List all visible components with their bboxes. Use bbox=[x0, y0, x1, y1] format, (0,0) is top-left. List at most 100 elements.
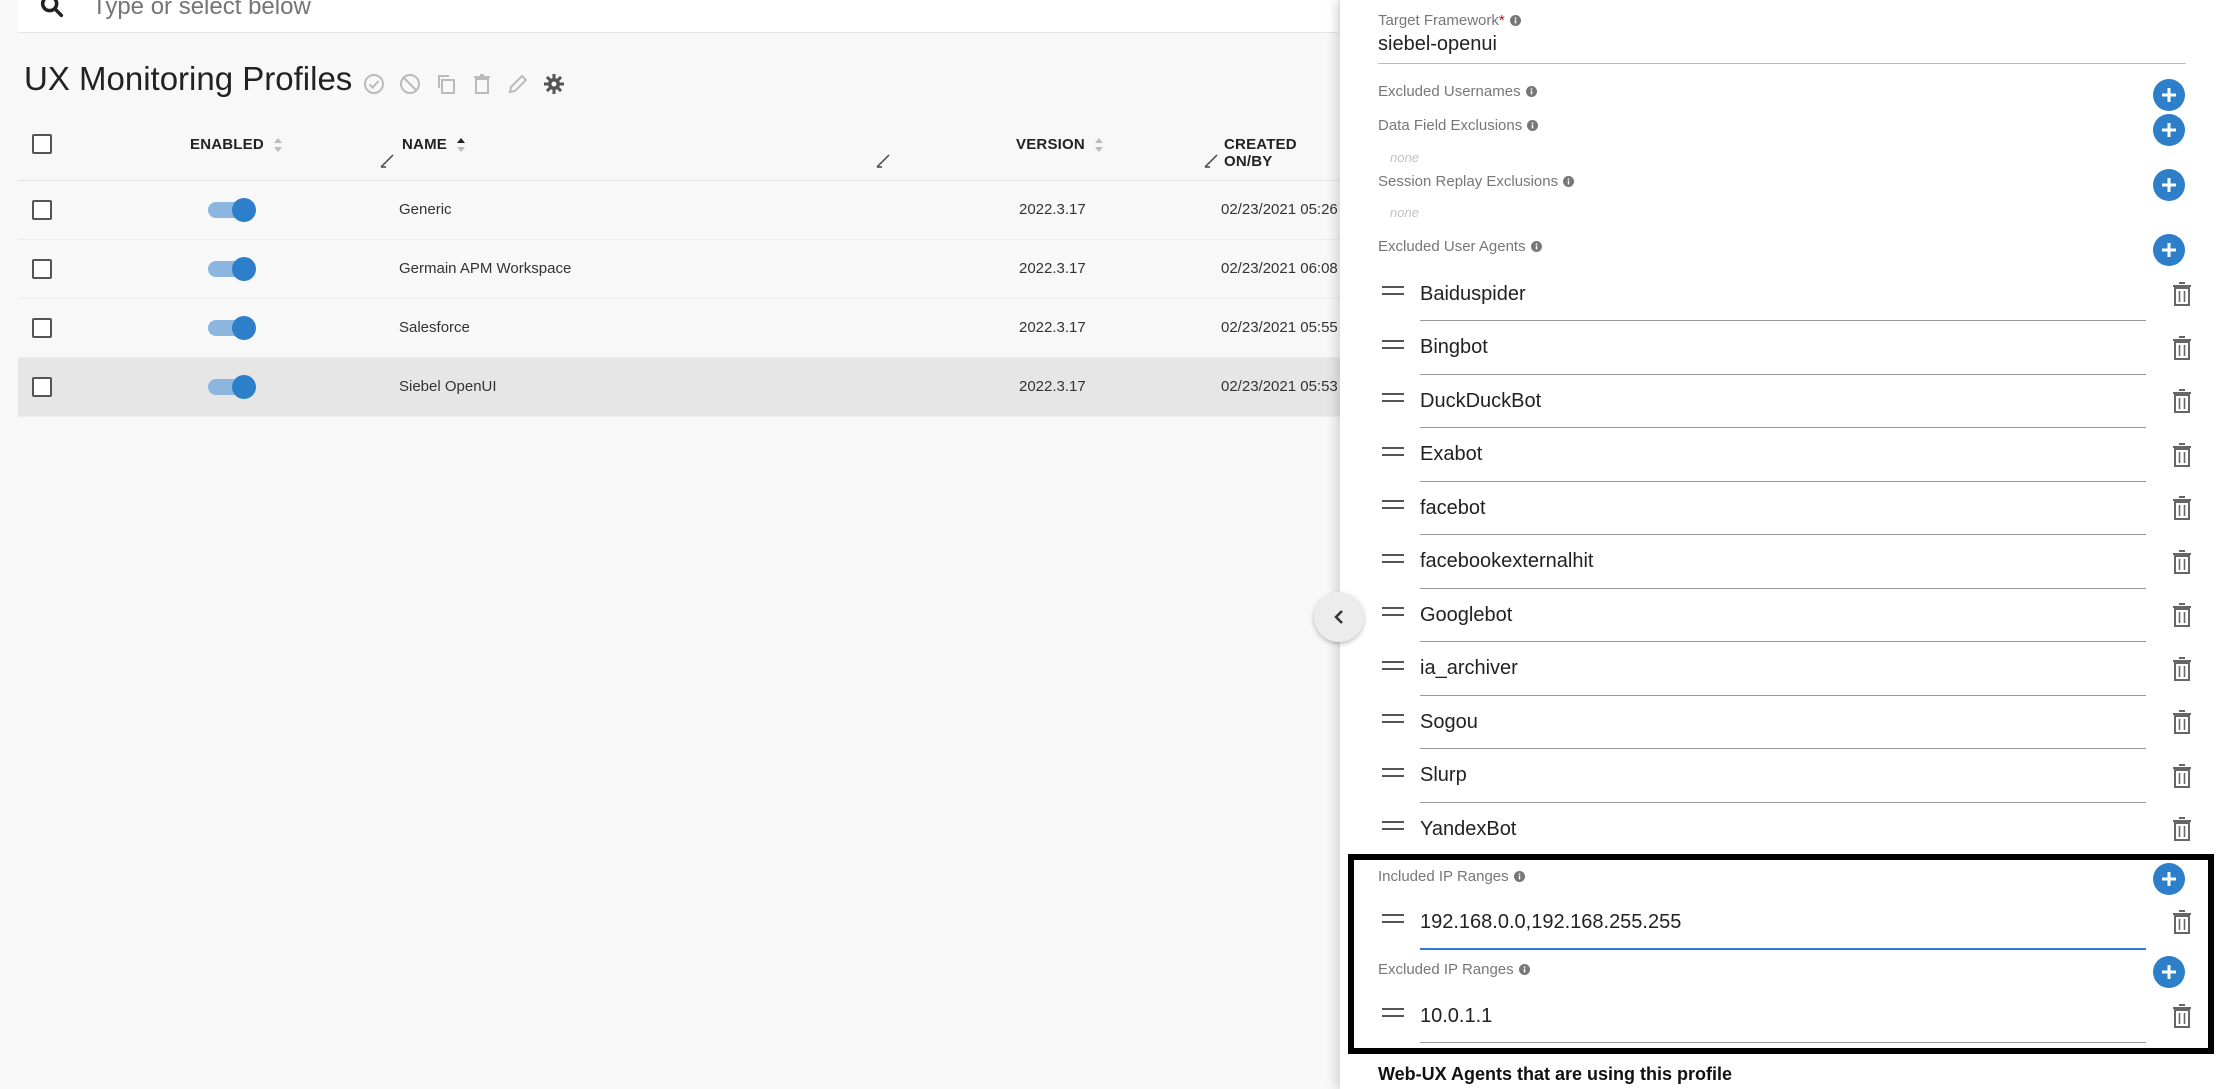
row-checkbox[interactable] bbox=[32, 259, 52, 279]
excluded-user-agents-label-text: Excluded User Agents bbox=[1378, 238, 1526, 255]
excluded-user-agent-input[interactable] bbox=[1420, 375, 2146, 428]
enabled-toggle[interactable] bbox=[208, 375, 256, 399]
drag-handle-icon[interactable] bbox=[1382, 553, 1404, 568]
excluded-user-agents-label: Excluded User Agents bbox=[1378, 238, 1542, 255]
session-replay-exclusions-label: Session Replay Exclusions bbox=[1378, 173, 1575, 190]
drag-handle-icon[interactable] bbox=[1382, 607, 1404, 621]
info-icon[interactable] bbox=[1509, 14, 1521, 26]
row-checkbox[interactable] bbox=[32, 318, 52, 338]
excluded-user-agent-input[interactable] bbox=[1420, 428, 2146, 482]
data-field-exclusions-label: Data Field Exclusions bbox=[1378, 117, 1539, 134]
target-framework-value[interactable]: siebel-openui bbox=[1378, 33, 1497, 56]
add-excluded-user-agent-button[interactable] bbox=[2153, 234, 2185, 266]
collapse-panel-button[interactable] bbox=[1314, 592, 1364, 642]
search-bar bbox=[18, 0, 1338, 33]
drag-handle-icon[interactable] bbox=[1382, 339, 1404, 354]
row-created: 02/23/2021 06:08 bbox=[1221, 260, 1338, 277]
enabled-toggle[interactable] bbox=[208, 198, 256, 222]
drag-handle-icon[interactable] bbox=[1382, 393, 1404, 407]
search-input[interactable] bbox=[90, 0, 994, 28]
column-resize-handle[interactable] bbox=[380, 154, 394, 168]
add-data-field-exclusion-button[interactable] bbox=[2153, 114, 2185, 146]
column-header-version-label: VERSION bbox=[1016, 136, 1085, 153]
column-header-enabled[interactable]: ENABLED bbox=[190, 136, 283, 153]
info-icon[interactable] bbox=[1530, 240, 1542, 252]
excluded-user-agent-input[interactable] bbox=[1420, 803, 2146, 856]
trash-icon[interactable] bbox=[2170, 655, 2194, 683]
drag-handle-icon[interactable] bbox=[1382, 286, 1404, 300]
table-row[interactable]: Salesforce 2022.3.17 02/23/2021 05:55 bbox=[18, 299, 1340, 358]
trash-icon[interactable] bbox=[2170, 708, 2194, 736]
info-icon[interactable] bbox=[1527, 119, 1539, 131]
trash-icon[interactable] bbox=[2170, 387, 2194, 415]
column-header-enabled-label: ENABLED bbox=[190, 136, 264, 153]
excluded-user-agent-input[interactable] bbox=[1420, 642, 2146, 696]
disable-button[interactable] bbox=[396, 70, 424, 98]
required-mark: * bbox=[1498, 12, 1505, 29]
profile-detail-panel: Target Framework* siebel-openui Excluded… bbox=[1340, 0, 2226, 1089]
row-checkbox[interactable] bbox=[32, 200, 52, 220]
grid-header: ENABLED NAME VERSION CREATED ON/BY bbox=[18, 118, 1340, 181]
excluded-user-agent-input[interactable] bbox=[1420, 589, 2146, 642]
drag-handle-icon[interactable] bbox=[1382, 821, 1404, 835]
column-header-name[interactable]: NAME bbox=[402, 136, 466, 153]
plus-icon bbox=[2162, 178, 2176, 192]
column-header-version[interactable]: VERSION bbox=[1016, 136, 1104, 153]
column-resize-handle[interactable] bbox=[1204, 154, 1218, 168]
column-header-created[interactable]: CREATED ON/BY bbox=[1224, 136, 1340, 170]
drag-handle-icon[interactable] bbox=[1382, 767, 1404, 782]
row-version: 2022.3.17 bbox=[1019, 319, 1086, 336]
excluded-user-agent-input[interactable] bbox=[1420, 482, 2146, 535]
plus-icon bbox=[2162, 243, 2176, 257]
list-item bbox=[1378, 642, 2216, 697]
info-icon[interactable] bbox=[1525, 85, 1537, 97]
table-row[interactable]: Generic 2022.3.17 02/23/2021 05:26 bbox=[18, 181, 1340, 240]
ip-ranges-highlight-box bbox=[1348, 854, 2214, 1054]
delete-button[interactable] bbox=[468, 70, 496, 98]
enabled-toggle[interactable] bbox=[208, 316, 256, 340]
settings-button[interactable] bbox=[540, 70, 568, 98]
info-icon[interactable] bbox=[1563, 175, 1575, 187]
enabled-toggle[interactable] bbox=[208, 257, 256, 281]
drag-handle-icon[interactable] bbox=[1382, 500, 1404, 514]
row-version: 2022.3.17 bbox=[1019, 201, 1086, 218]
column-resize-handle[interactable] bbox=[876, 154, 890, 168]
copy-button[interactable] bbox=[432, 70, 460, 98]
row-checkbox[interactable] bbox=[32, 377, 52, 397]
table-row[interactable]: Germain APM Workspace 2022.3.17 02/23/20… bbox=[18, 240, 1340, 299]
drag-handle-icon[interactable] bbox=[1382, 446, 1404, 461]
excluded-user-agent-input[interactable] bbox=[1420, 268, 2146, 321]
enable-button[interactable] bbox=[360, 70, 388, 98]
trash-icon[interactable] bbox=[2170, 548, 2194, 576]
data-field-exclusions-label-text: Data Field Exclusions bbox=[1378, 117, 1523, 134]
edit-button[interactable] bbox=[504, 70, 532, 98]
excluded-user-agent-input[interactable] bbox=[1420, 696, 2146, 749]
pencil-icon bbox=[508, 74, 528, 94]
data-field-exclusions-empty: none bbox=[1390, 150, 1419, 165]
list-item bbox=[1378, 749, 2216, 804]
row-version: 2022.3.17 bbox=[1019, 378, 1086, 395]
select-all-checkbox[interactable] bbox=[32, 134, 52, 154]
row-name: Germain APM Workspace bbox=[399, 260, 572, 277]
excluded-user-agent-input[interactable] bbox=[1420, 535, 2146, 589]
row-name: Siebel OpenUI bbox=[399, 378, 497, 395]
table-row[interactable]: Siebel OpenUI 2022.3.17 02/23/2021 05:53 bbox=[18, 358, 1340, 417]
trash-icon[interactable] bbox=[2170, 815, 2194, 843]
excluded-user-agent-input[interactable] bbox=[1420, 749, 2146, 803]
add-session-replay-exclusion-button[interactable] bbox=[2153, 169, 2185, 201]
trash-icon[interactable] bbox=[2170, 762, 2194, 790]
list-item bbox=[1378, 803, 2216, 857]
toolbar bbox=[360, 70, 568, 98]
excluded-user-agent-input[interactable] bbox=[1420, 321, 2146, 375]
trash-icon[interactable] bbox=[2170, 441, 2194, 469]
drag-handle-icon[interactable] bbox=[1382, 660, 1404, 675]
trash-icon[interactable] bbox=[2170, 334, 2194, 362]
trash-icon[interactable] bbox=[2170, 494, 2194, 522]
list-item bbox=[1378, 696, 2216, 750]
trash-icon[interactable] bbox=[2170, 280, 2194, 308]
add-excluded-username-button[interactable] bbox=[2153, 79, 2185, 111]
trash-icon[interactable] bbox=[2170, 601, 2194, 629]
sort-icon bbox=[1095, 138, 1104, 153]
plus-icon bbox=[2162, 123, 2176, 137]
drag-handle-icon[interactable] bbox=[1382, 714, 1404, 728]
